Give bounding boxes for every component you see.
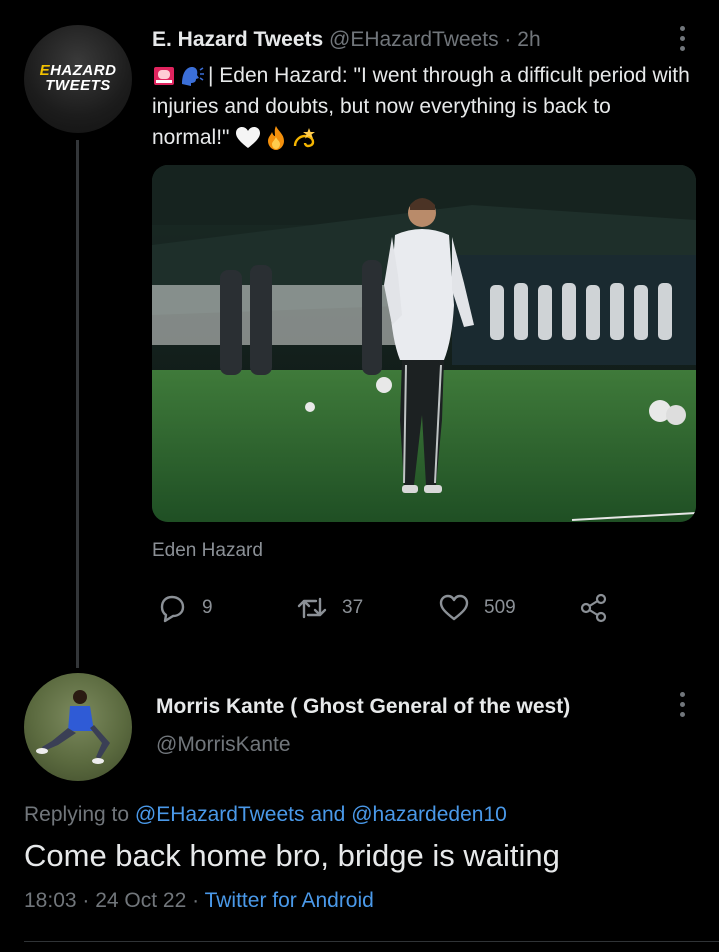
tweet-handle[interactable]: @EHazardTweets	[329, 28, 499, 51]
police-light-icon	[154, 67, 174, 86]
reply-more-options-icon[interactable]	[672, 692, 692, 720]
speaking-head-icon	[182, 67, 204, 87]
tweet-time[interactable]: 2h	[517, 28, 540, 51]
replying-user-hazardeden10[interactable]: @hazardeden10	[351, 803, 507, 826]
white-heart-icon	[236, 127, 261, 149]
fire-icon	[268, 126, 285, 151]
divider	[24, 941, 719, 942]
like-button[interactable]: 509	[438, 588, 516, 628]
reply-text: Come back home bro, bridge is waiting	[24, 838, 560, 873]
media-caption[interactable]: Eden Hazard	[152, 540, 263, 562]
tweet-more-options-icon[interactable]	[672, 26, 692, 54]
retweet-count: 37	[342, 597, 364, 618]
reply-source[interactable]: Twitter for Android	[205, 889, 374, 912]
heart-icon	[439, 594, 469, 621]
person-photo	[36, 690, 110, 764]
tweet-actions: 9 37 509	[152, 588, 632, 628]
replying-prefix: Replying to	[24, 803, 130, 826]
tweet-separator: ·	[504, 28, 512, 51]
morriskante-avatar[interactable]	[24, 673, 132, 781]
replying-to-line: Replying to @EHazardTweets and @hazarded…	[24, 803, 507, 827]
stadium-photo	[152, 165, 696, 522]
thread-line	[76, 140, 79, 668]
like-count: 509	[484, 597, 516, 618]
ehazard-avatar[interactable]: EHAZARD TWEETS	[24, 25, 132, 133]
reply-display-name[interactable]: Morris Kante ( Ghost General of the west…	[156, 695, 570, 719]
reply-time[interactable]: 18:03	[24, 889, 77, 912]
retweet-icon	[297, 597, 327, 619]
retweet-button[interactable]: 37	[296, 588, 363, 628]
replying-and[interactable]: and	[310, 803, 345, 826]
tweet-text: | Eden Hazard: "I went through a difficu…	[152, 60, 692, 153]
reply-date[interactable]: 24 Oct 22	[95, 889, 186, 912]
reply-icon	[160, 595, 185, 623]
dizzy-icon	[294, 128, 316, 148]
share-icon	[580, 593, 607, 623]
replying-user-ehazardtweets[interactable]: @EHazardTweets	[135, 803, 305, 826]
tweet-text-body: | Eden Hazard: "I went through a difficu…	[152, 64, 690, 149]
reply-count: 9	[202, 597, 213, 618]
avatar-logo-line2: TWEETS	[45, 77, 111, 94]
tweet-media-photo[interactable]	[152, 165, 696, 522]
reply-meta: 18:03 · 24 Oct 22 · Twitter for Android	[24, 889, 374, 912]
reply-handle[interactable]: @MorrisKante	[156, 733, 291, 757]
tweet-display-name[interactable]: E. Hazard Tweets	[152, 28, 323, 51]
reply-button[interactable]: 9	[156, 588, 213, 628]
avatar-logo: EHAZARD TWEETS	[39, 62, 117, 94]
share-button[interactable]	[578, 588, 610, 628]
tweet-header: E. Hazard Tweets @EHazardTweets · 2h	[152, 28, 541, 52]
